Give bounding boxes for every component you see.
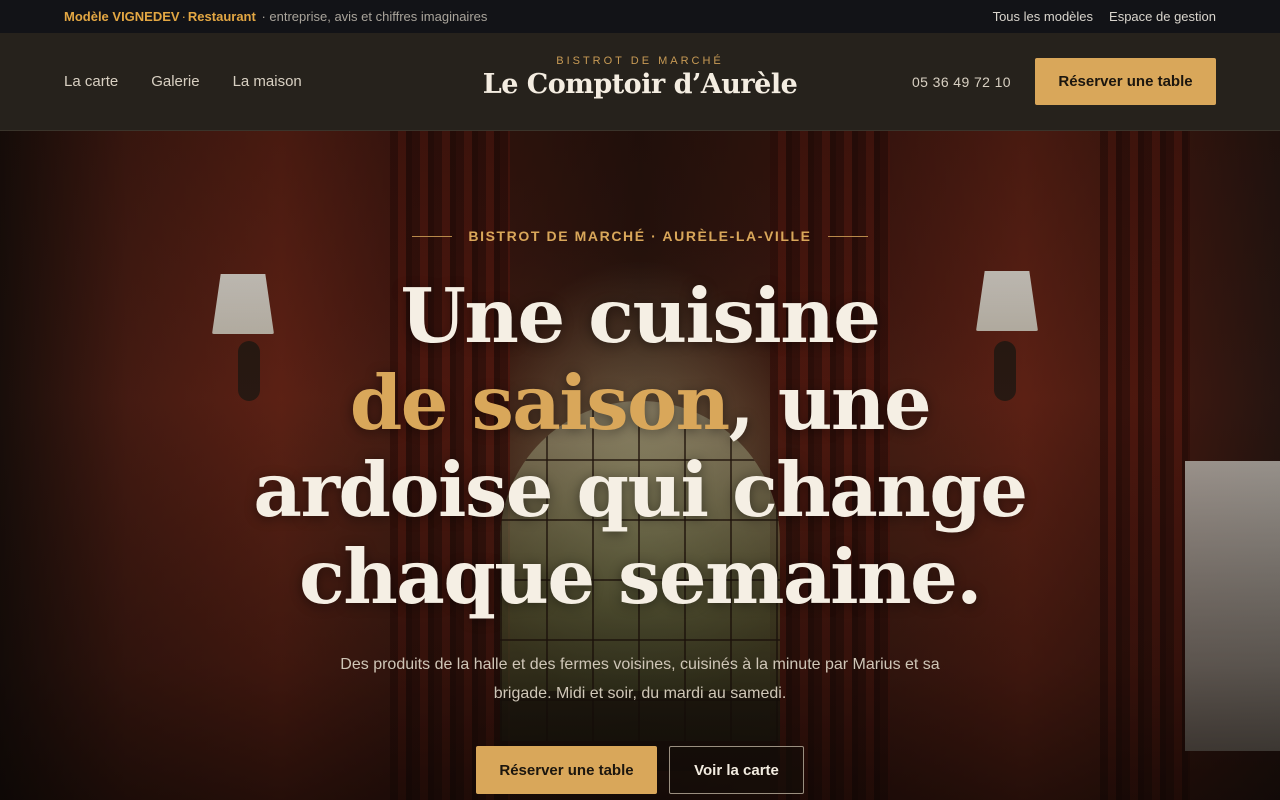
admin-space-link[interactable]: Espace de gestion (1109, 9, 1216, 24)
headline-line-1: Une cuisine (400, 272, 881, 360)
header-actions: 05 36 49 72 10 Réserver une table (912, 58, 1216, 105)
hero-headline: Une cuisine de saison, une ardoise qui c… (140, 273, 1140, 621)
template-disclaimer: · entreprise, avis et chiffres imaginair… (261, 9, 488, 24)
topbar-links: Tous les modèles Espace de gestion (993, 9, 1216, 24)
headline-line-4: chaque semaine. (299, 533, 982, 621)
headline-accent: de saison (349, 359, 730, 447)
demo-topbar: Modèle VIGNEDEV · Restaurant · entreprise,… (0, 0, 1280, 33)
view-menu-button[interactable]: Voir la carte (669, 746, 804, 794)
hero-section: BISTROT DE MARCHÉ · AURÈLE-LA-VILLE Une … (0, 131, 1280, 800)
template-brand: Modèle VIGNEDEV (64, 9, 180, 24)
template-category: Restaurant (187, 9, 256, 24)
site-header: La carte Galerie La maison BISTROT DE MA… (0, 33, 1280, 131)
headline-after-accent: , une (728, 359, 932, 447)
demo-notice: Modèle VIGNEDEV · Restaurant · entreprise,… (64, 9, 487, 24)
phone-number[interactable]: 05 36 49 72 10 (912, 74, 1011, 90)
eyebrow-rule-left (412, 235, 453, 237)
hero-content: BISTROT DE MARCHÉ · AURÈLE-LA-VILLE Une … (0, 131, 1280, 800)
hero-reserve-button[interactable]: Réserver une table (476, 746, 657, 794)
eyebrow-rule-right (827, 235, 868, 237)
brand-separator: · (181, 9, 186, 24)
hero-cta-group: Réserver une table Voir la carte (0, 746, 1280, 794)
headline-line-3: ardoise qui change (253, 446, 1028, 534)
hero-subtitle: Des produits de la halle et des fermes v… (340, 656, 940, 702)
hero-eyebrow-text: BISTROT DE MARCHÉ · AURÈLE-LA-VILLE (468, 228, 812, 244)
hero-eyebrow: BISTROT DE MARCHÉ · AURÈLE-LA-VILLE (0, 228, 1280, 244)
all-templates-link[interactable]: Tous les modèles (993, 9, 1093, 24)
reserve-table-button[interactable]: Réserver une table (1035, 58, 1216, 105)
